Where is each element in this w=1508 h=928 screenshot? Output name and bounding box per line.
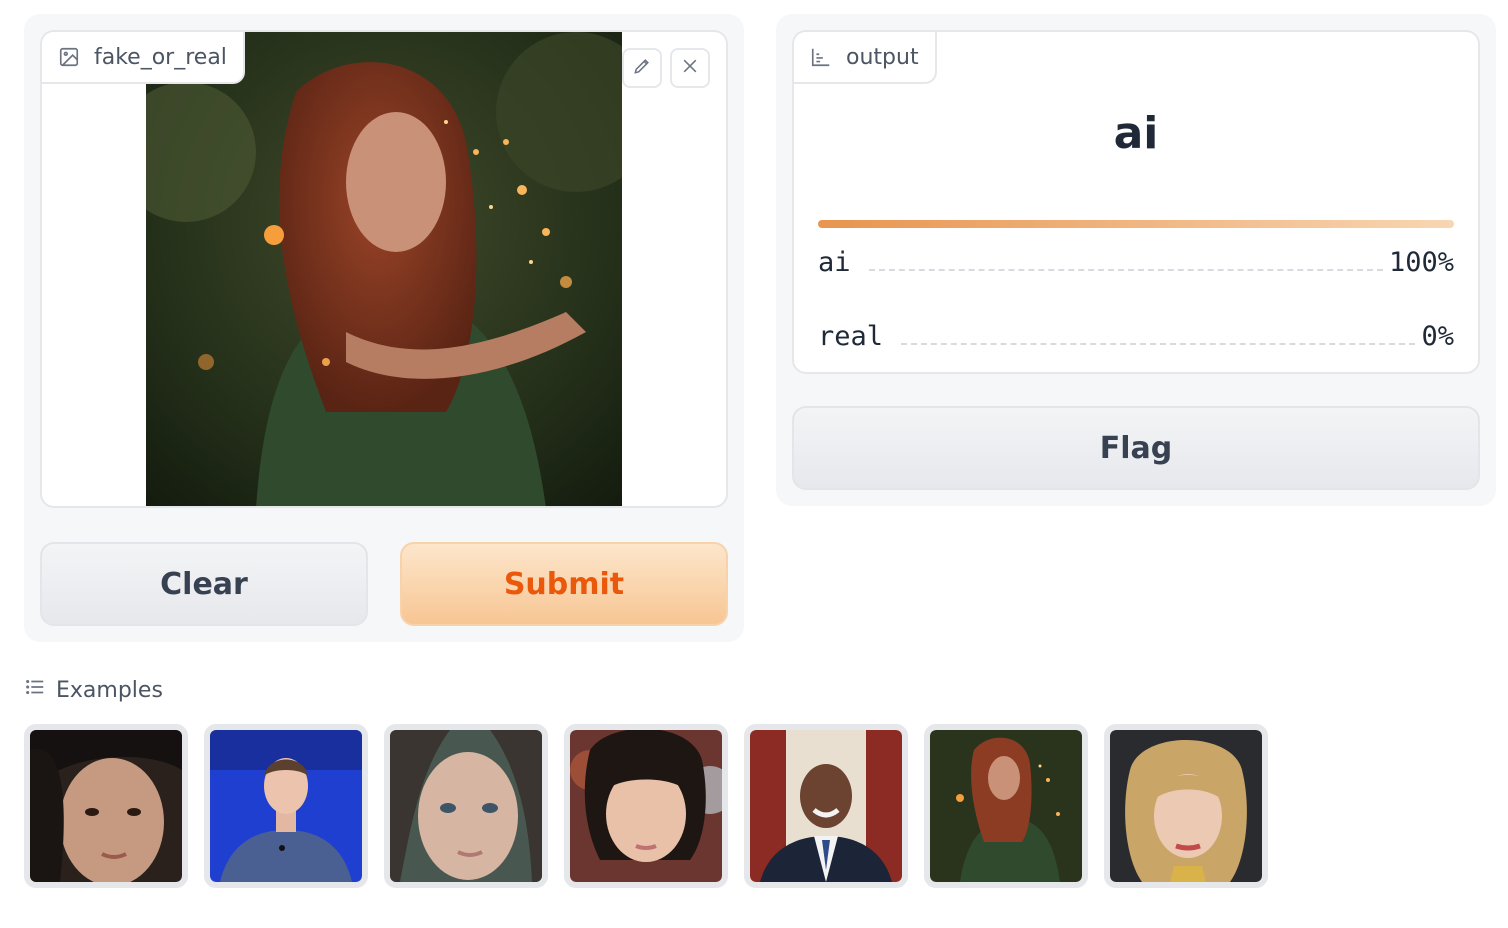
list-icon	[24, 676, 46, 704]
example-thumbnail-7[interactable]	[1104, 724, 1268, 888]
predicted-label: ai	[1113, 108, 1159, 159]
confidence-row-ai: ai 100%	[818, 242, 1454, 278]
image-input[interactable]: fake_or_real	[40, 30, 728, 508]
image-input-label-text: fake_or_real	[94, 44, 227, 70]
close-icon	[680, 56, 700, 80]
example-thumbnail-2[interactable]	[204, 724, 368, 888]
bar-chart-icon	[810, 46, 832, 68]
confidence-leader	[868, 269, 1383, 271]
submit-button[interactable]: Submit	[400, 542, 728, 626]
example-thumbnail-1[interactable]	[24, 724, 188, 888]
example-thumbnail-5[interactable]	[744, 724, 908, 888]
examples-header: Examples	[24, 676, 163, 704]
output-label-text: output	[846, 44, 919, 70]
output-panel: output ai ai 100% real 0% Flag	[776, 14, 1496, 506]
example-thumbnail-4[interactable]	[564, 724, 728, 888]
confidence-value: 0%	[1421, 321, 1454, 352]
confidence-bar	[818, 220, 1454, 228]
confidence-row-real: real 0%	[818, 316, 1454, 352]
image-icon	[58, 46, 80, 68]
output-label: output	[794, 32, 937, 84]
flag-button[interactable]: Flag	[792, 406, 1480, 490]
pencil-icon	[632, 56, 652, 80]
edit-image-button[interactable]	[622, 48, 662, 88]
example-thumbnail-6[interactable]	[924, 724, 1088, 888]
example-thumbnail-3[interactable]	[384, 724, 548, 888]
label-output: output ai ai 100% real 0%	[792, 30, 1480, 374]
confidence-label: real	[818, 321, 884, 352]
clear-button[interactable]: Clear	[40, 542, 368, 626]
remove-image-button[interactable]	[670, 48, 710, 88]
image-input-label: fake_or_real	[42, 32, 245, 84]
confidence-label: ai	[818, 247, 851, 278]
confidence-leader	[901, 343, 1416, 345]
uploaded-image	[146, 32, 622, 506]
confidence-value: 100%	[1388, 247, 1454, 278]
examples-title: Examples	[56, 677, 163, 703]
input-panel: fake_or_real Clear Submit	[24, 14, 744, 642]
